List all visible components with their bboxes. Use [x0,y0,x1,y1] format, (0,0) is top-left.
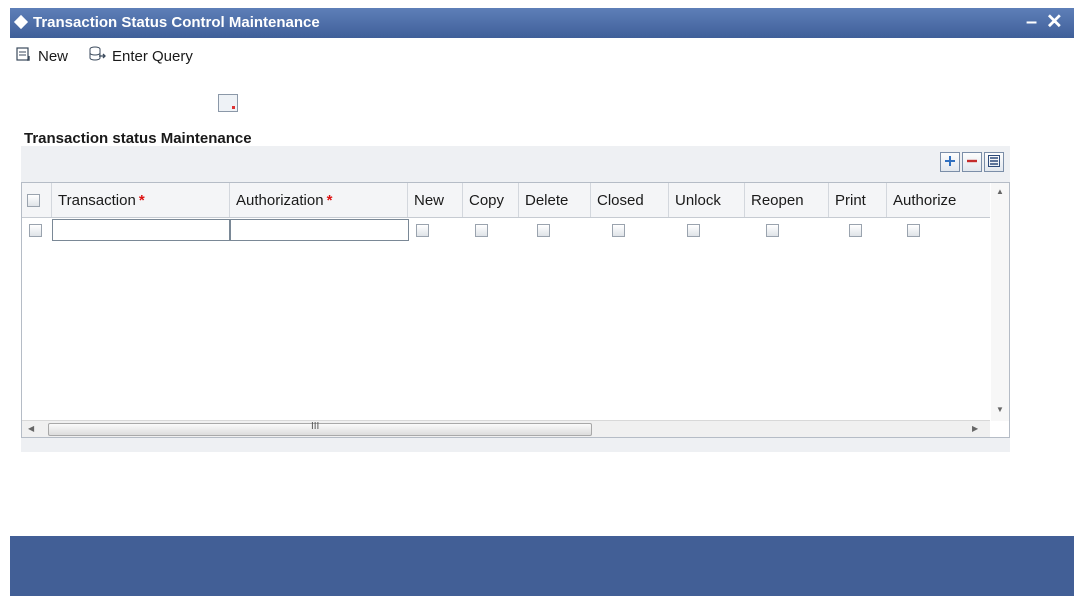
toolbar: New Enter Query [10,38,1074,68]
plus-icon [944,155,956,170]
add-row-button[interactable] [940,152,960,172]
new-label: New [38,47,69,65]
column-header-delete: Delete [519,183,591,217]
scroll-down-arrow-icon[interactable]: ▼ [996,405,1004,414]
new-document-icon [16,46,38,66]
column-header-copy: Copy [463,183,519,217]
select-all-header-cell [22,183,52,217]
grid-actions [940,152,1004,172]
closed-header-label: Closed [597,191,644,209]
print-checkbox[interactable] [849,224,862,237]
reopen-checkbox[interactable] [766,224,779,237]
unlock-checkbox[interactable] [687,224,700,237]
horizontal-scrollbar[interactable]: ◀ III ▶ [22,420,990,437]
required-marker: * [326,191,333,209]
section-title: Transaction status Maintenance [24,130,252,147]
new-checkbox[interactable] [416,224,429,237]
column-header-authorize: Authorize [887,183,990,217]
scroll-grip: III [311,421,320,432]
column-header-print: Print [829,183,887,217]
transaction-status-grid-panel: Transaction * Authorization * New Copy D… [21,146,1010,452]
print-header-label: Print [835,191,866,209]
scroll-left-arrow-icon[interactable]: ◀ [28,424,34,433]
authorize-header-label: Authorize [893,191,957,209]
scroll-right-arrow-icon[interactable]: ▶ [972,424,978,433]
column-header-closed: Closed [591,183,669,217]
delete-checkbox[interactable] [537,224,550,237]
database-query-icon [88,46,112,66]
diamond-icon [13,14,29,30]
minimize-button[interactable]: – [1026,10,1037,34]
column-header-new: New [408,183,463,217]
reopen-header-label: Reopen [751,191,804,209]
transaction-input[interactable] [52,219,230,241]
scroll-up-arrow-icon[interactable]: ▲ [996,187,1004,196]
table-row [22,217,990,243]
authorization-header-label: Authorization [236,191,324,209]
delete-row-button[interactable] [962,152,982,172]
main-window: Transaction Status Control Maintenance –… [10,8,1074,596]
table-header: Transaction * Authorization * New Copy D… [22,183,990,218]
copy-header-label: Copy [469,191,505,209]
closed-checkbox[interactable] [612,224,625,237]
column-header-unlock: Unlock [669,183,745,217]
row-select-checkbox[interactable] [29,224,42,237]
transaction-status-table: Transaction * Authorization * New Copy D… [21,182,1010,438]
authorization-input[interactable] [230,219,409,241]
list-view-icon [988,154,1000,170]
window-title: Transaction Status Control Maintenance [33,14,320,31]
column-header-transaction: Transaction * [52,183,230,217]
column-header-reopen: Reopen [745,183,829,217]
title-bar: Transaction Status Control Maintenance –… [10,8,1074,38]
enter-query-button[interactable]: Enter Query [88,46,193,66]
form-window-icon[interactable] [218,94,238,112]
select-all-checkbox[interactable] [27,193,40,207]
close-button[interactable]: ✕ [1046,10,1063,34]
copy-checkbox[interactable] [475,224,488,237]
minus-icon [966,155,978,170]
single-record-view-button[interactable] [984,152,1004,172]
horizontal-scroll-thumb[interactable]: III [48,421,592,436]
unlock-header-label: Unlock [675,191,721,209]
enter-query-label: Enter Query [112,47,193,65]
vertical-scrollbar[interactable]: ▲ ▼ [991,183,1009,421]
transaction-header-label: Transaction [58,191,136,209]
new-button[interactable]: New [16,46,68,66]
footer-bar [10,536,1074,596]
required-marker: * [138,191,145,209]
authorize-checkbox[interactable] [907,224,920,237]
delete-header-label: Delete [525,191,569,209]
column-header-authorization: Authorization * [230,183,408,217]
new-header-label: New [414,191,445,209]
